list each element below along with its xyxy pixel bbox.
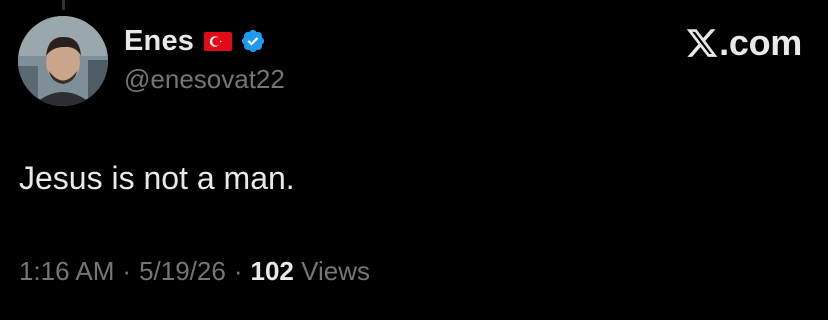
thread-connector-line — [62, 0, 65, 10]
brand-domain-label: .com — [719, 22, 802, 63]
avatar[interactable] — [18, 16, 108, 106]
meta-separator: · — [122, 256, 132, 286]
tweet-header: Enes @enesovat22 — [124, 22, 285, 95]
x-logo-icon — [685, 26, 719, 60]
avatar-photo — [18, 16, 108, 106]
verified-badge-icon[interactable] — [240, 28, 266, 54]
views-count[interactable]: 102 — [251, 256, 294, 286]
tweet-metadata: 1:16 AM · 5/19/26 · 102 Views — [19, 256, 370, 287]
views-label: Views — [301, 256, 371, 286]
name-row: Enes — [124, 22, 285, 60]
turkey-flag-icon — [204, 31, 233, 51]
user-handle[interactable]: @enesovat22 — [124, 64, 285, 95]
meta-separator: · — [233, 256, 243, 286]
display-name[interactable]: Enes — [124, 25, 194, 58]
tweet-date[interactable]: 5/19/26 — [139, 256, 226, 286]
tweet-time[interactable]: 1:16 AM — [19, 256, 114, 286]
tweet-text: Jesus is not a man. — [19, 160, 295, 196]
x-brand-watermark: .com — [685, 22, 802, 64]
